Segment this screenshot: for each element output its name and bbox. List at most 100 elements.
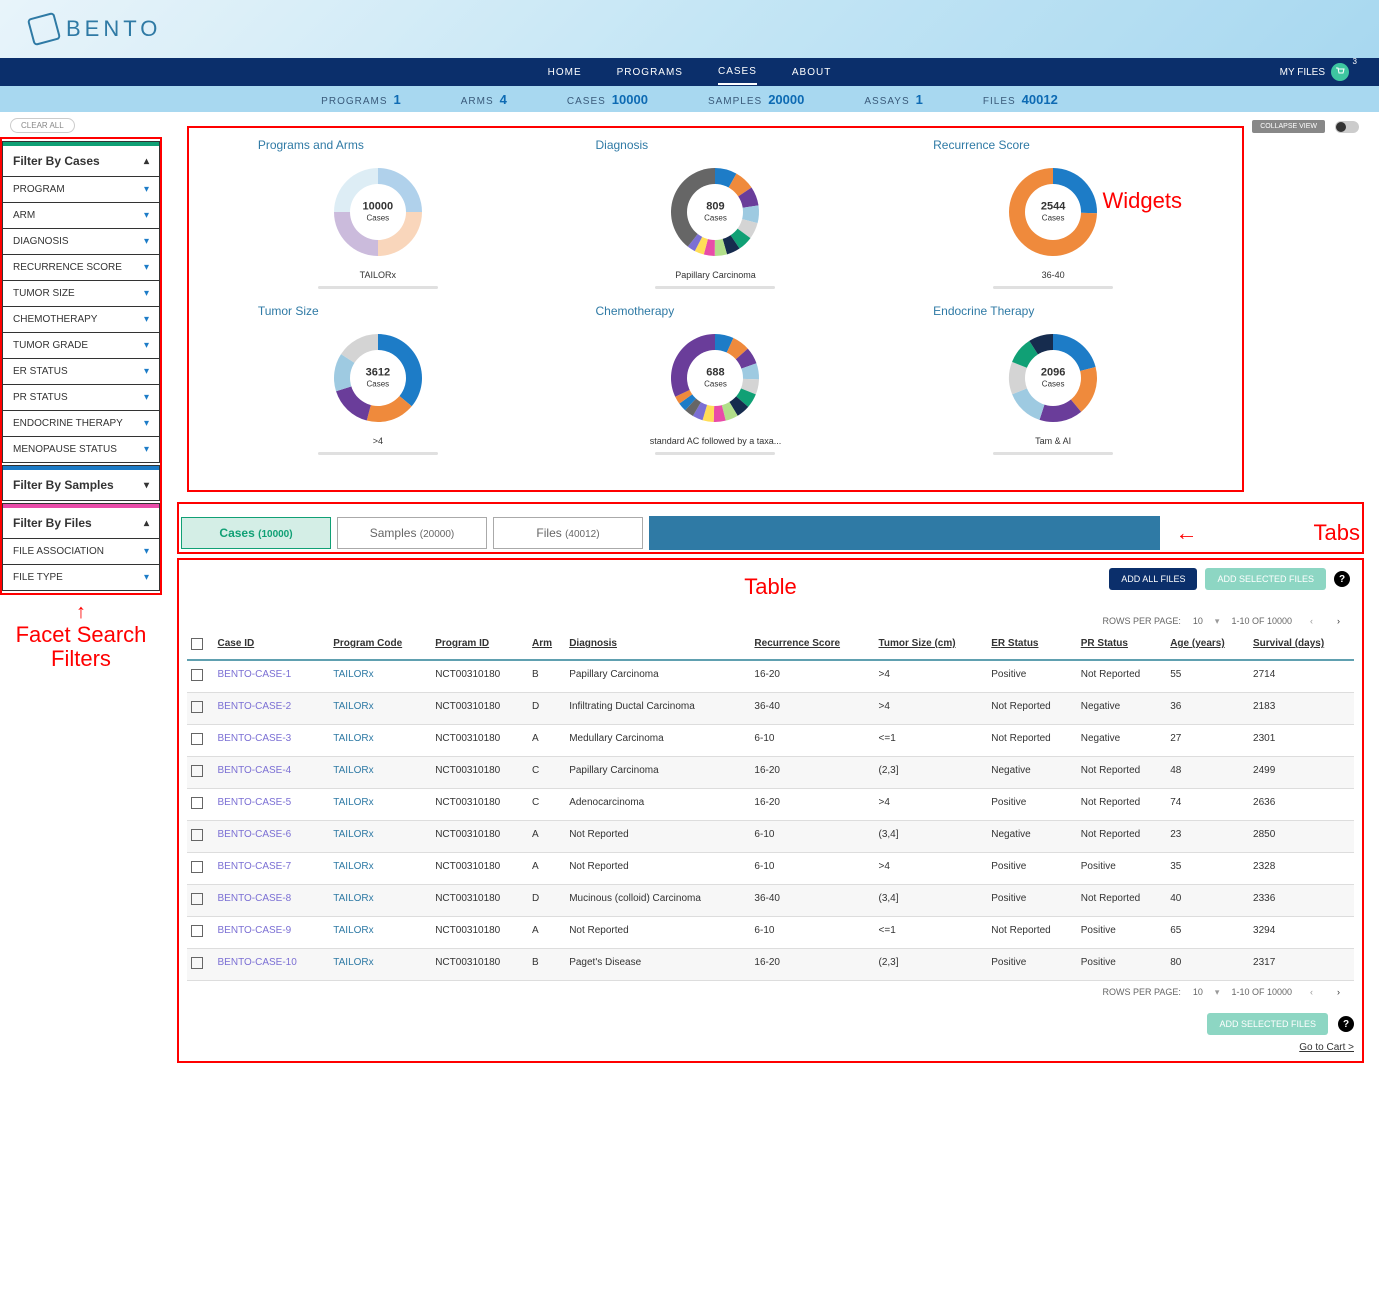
row-checkbox[interactable]	[191, 957, 203, 969]
cell[interactable]: TAILORx	[329, 917, 431, 949]
cell[interactable]: TAILORx	[329, 660, 431, 693]
cell[interactable]: BENTO-CASE-1	[214, 660, 330, 693]
column-header[interactable]: Program ID	[431, 632, 528, 660]
cell[interactable]: TAILORx	[329, 789, 431, 821]
donut-chart[interactable]: 10000Cases	[328, 162, 428, 262]
cell[interactable]: BENTO-CASE-6	[214, 821, 330, 853]
goto-cart-link[interactable]: Go to Cart >	[1299, 1042, 1354, 1053]
column-header[interactable]: Diagnosis	[565, 632, 750, 660]
facet-item[interactable]: PR STATUS▾	[3, 384, 159, 410]
cell[interactable]: BENTO-CASE-3	[214, 725, 330, 757]
facet-item[interactable]: MENOPAUSE STATUS▾	[3, 436, 159, 462]
cell[interactable]: TAILORx	[329, 757, 431, 789]
nav-home[interactable]: HOME	[548, 61, 582, 84]
clear-all-button[interactable]: CLEAR ALL	[10, 118, 75, 133]
facet-item[interactable]: ARM▾	[3, 202, 159, 228]
facet-item[interactable]: TUMOR GRADE▾	[3, 332, 159, 358]
facet-item[interactable]: ENDOCRINE THERAPY▾	[3, 410, 159, 436]
nav-programs[interactable]: PROGRAMS	[617, 61, 683, 84]
row-checkbox[interactable]	[191, 829, 203, 841]
cell[interactable]: TAILORx	[329, 821, 431, 853]
facet-header[interactable]: Filter By Samples▾	[3, 470, 159, 500]
widget-slider[interactable]	[655, 452, 775, 455]
column-header[interactable]: Survival (days)	[1249, 632, 1354, 660]
chevron-down-icon[interactable]: ▾	[1215, 616, 1220, 627]
cell[interactable]: TAILORx	[329, 725, 431, 757]
my-files[interactable]: MY FILES 3	[1280, 63, 1349, 81]
row-checkbox[interactable]	[191, 733, 203, 745]
row-checkbox[interactable]	[191, 765, 203, 777]
row-checkbox[interactable]	[191, 669, 203, 681]
facet-item[interactable]: FILE TYPE▾	[3, 564, 159, 590]
row-checkbox[interactable]	[191, 701, 203, 713]
facet-item[interactable]: FILE ASSOCIATION▾	[3, 538, 159, 564]
brand-logo[interactable]: BENTO	[30, 15, 161, 43]
column-header[interactable]: ER Status	[987, 632, 1076, 660]
column-header[interactable]: Tumor Size (cm)	[875, 632, 988, 660]
donut-chart[interactable]: 809Cases	[665, 162, 765, 262]
facet-item[interactable]: RECURRENCE SCORE▾	[3, 254, 159, 280]
add-selected-files-button[interactable]: ADD SELECTED FILES	[1205, 568, 1326, 590]
tab[interactable]: Samples (20000)	[337, 517, 487, 549]
help-icon[interactable]: ?	[1334, 571, 1350, 587]
chevron-down-icon[interactable]: ▾	[1215, 987, 1220, 998]
tab[interactable]: Cases (10000)	[181, 517, 331, 549]
nav-cases[interactable]: CASES	[718, 60, 757, 85]
cell[interactable]: BENTO-CASE-9	[214, 917, 330, 949]
cell[interactable]: BENTO-CASE-4	[214, 757, 330, 789]
cell: Positive	[1077, 917, 1166, 949]
cell[interactable]: TAILORx	[329, 693, 431, 725]
facet-item[interactable]: TUMOR SIZE▾	[3, 280, 159, 306]
cell[interactable]: TAILORx	[329, 949, 431, 981]
facet-item[interactable]: ER STATUS▾	[3, 358, 159, 384]
donut-chart[interactable]: 2544Cases	[1003, 162, 1103, 262]
cell[interactable]: TAILORx	[329, 885, 431, 917]
widget-slider[interactable]	[993, 286, 1113, 289]
row-checkbox[interactable]	[191, 797, 203, 809]
cell[interactable]: BENTO-CASE-10	[214, 949, 330, 981]
column-header[interactable]: Recurrence Score	[750, 632, 874, 660]
facet-item[interactable]: CHEMOTHERAPY▾	[3, 306, 159, 332]
column-header[interactable]: Program Code	[329, 632, 431, 660]
tabs-row: Cases (10000)Samples (20000)Files (40012…	[181, 516, 1360, 550]
cell[interactable]: BENTO-CASE-2	[214, 693, 330, 725]
widget-slider[interactable]	[655, 286, 775, 289]
stats-bar: PROGRAMS1ARMS4CASES10000SAMPLES20000ASSA…	[0, 86, 1379, 112]
next-page[interactable]: ›	[1331, 985, 1346, 999]
donut-chart[interactable]: 3612Cases	[328, 328, 428, 428]
column-header[interactable]: Arm	[528, 632, 565, 660]
row-checkbox[interactable]	[191, 861, 203, 873]
prev-page[interactable]: ‹	[1304, 985, 1319, 999]
cell[interactable]: TAILORx	[329, 853, 431, 885]
column-header[interactable]: Case ID	[214, 632, 330, 660]
donut-chart[interactable]: 688Cases	[665, 328, 765, 428]
next-page[interactable]: ›	[1331, 614, 1346, 628]
add-all-files-button[interactable]: ADD ALL FILES	[1109, 568, 1197, 590]
widget-slider[interactable]	[318, 286, 438, 289]
rows-per-page-value[interactable]: 10	[1193, 616, 1203, 626]
add-selected-files-button-bottom[interactable]: ADD SELECTED FILES	[1207, 1013, 1328, 1035]
facet-item[interactable]: DIAGNOSIS▾	[3, 228, 159, 254]
cell[interactable]: BENTO-CASE-7	[214, 853, 330, 885]
collapse-button[interactable]: COLLAPSE VIEW	[1252, 120, 1325, 133]
facet-header[interactable]: Filter By Files▴	[3, 508, 159, 538]
help-icon[interactable]: ?	[1338, 1016, 1354, 1032]
facet-header[interactable]: Filter By Cases▴	[3, 146, 159, 176]
view-toggle[interactable]	[1335, 121, 1359, 133]
widget-slider[interactable]	[318, 452, 438, 455]
row-checkbox[interactable]	[191, 925, 203, 937]
row-checkbox[interactable]	[191, 893, 203, 905]
column-header[interactable]: Age (years)	[1166, 632, 1249, 660]
rows-per-page-value[interactable]: 10	[1193, 987, 1203, 997]
column-header[interactable]: PR Status	[1077, 632, 1166, 660]
column-header[interactable]	[187, 632, 214, 660]
checkbox-all[interactable]	[191, 638, 203, 650]
facet-item[interactable]: PROGRAM▾	[3, 176, 159, 202]
prev-page[interactable]: ‹	[1304, 614, 1319, 628]
tab[interactable]: Files (40012)	[493, 517, 643, 549]
nav-about[interactable]: ABOUT	[792, 61, 831, 84]
cell[interactable]: BENTO-CASE-8	[214, 885, 330, 917]
cell[interactable]: BENTO-CASE-5	[214, 789, 330, 821]
widget-slider[interactable]	[993, 452, 1113, 455]
donut-chart[interactable]: 2096Cases	[1003, 328, 1103, 428]
